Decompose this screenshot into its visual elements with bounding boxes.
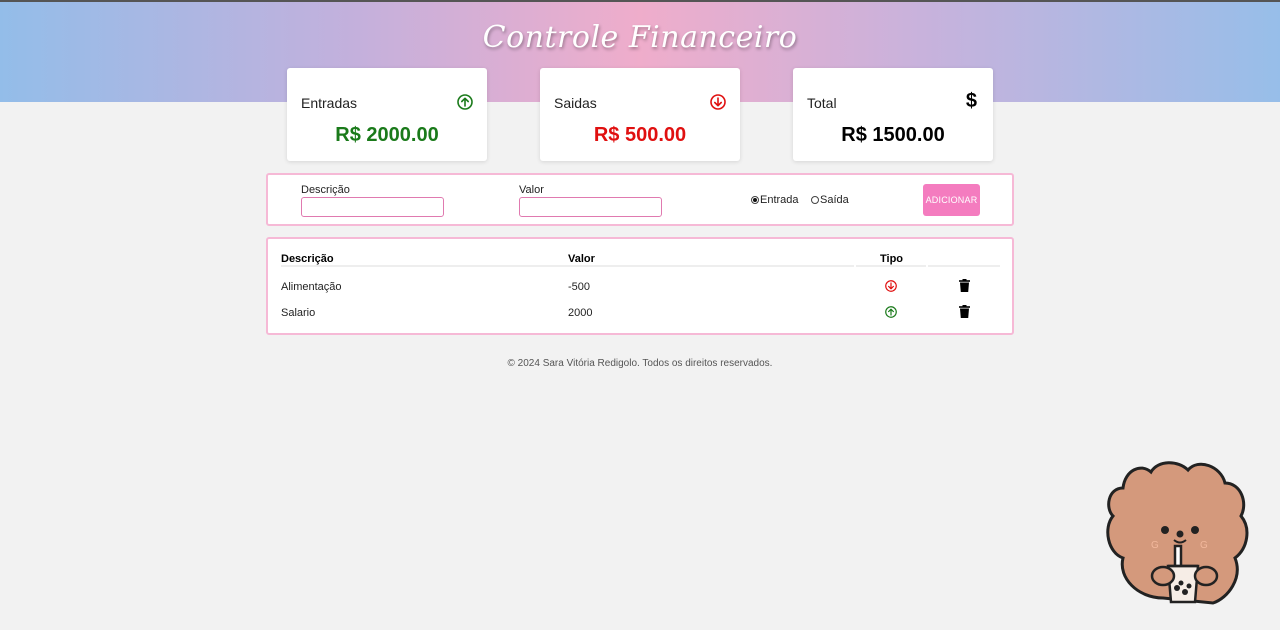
descricao-input[interactable]	[301, 197, 444, 217]
trash-icon[interactable]	[959, 279, 970, 292]
arrow-down-circle-icon	[710, 94, 726, 110]
valor-input[interactable]	[519, 197, 662, 217]
header-divider	[856, 265, 926, 267]
card-total-value: R$ 1500.00	[841, 124, 945, 146]
card-total-label: Total	[807, 95, 837, 111]
descricao-label: Descrição	[301, 184, 350, 196]
card-total: Total $ R$ 1500.00	[793, 68, 993, 161]
card-entradas-label: Entradas	[301, 95, 358, 111]
arrow-up-circle-icon	[885, 306, 897, 318]
card-entradas: Entradas R$ 2000.00	[287, 68, 487, 161]
arrow-up-circle-icon	[457, 94, 473, 110]
row-2-descricao: Salario	[281, 307, 316, 319]
header-tipo: Tipo	[880, 253, 904, 265]
valor-label: Valor	[519, 184, 544, 196]
svg-text:G: G	[1151, 540, 1159, 551]
dollar-sign-icon: $	[965, 90, 977, 112]
bear-mascot-image: G G	[1106, 461, 1249, 605]
transaction-form: Descrição Valor Entrada Saída ADICIONAR	[266, 173, 1014, 226]
header-divider	[281, 265, 854, 267]
transactions-table: Descrição Valor Tipo Alimentação -500 Sa…	[266, 237, 1014, 335]
page-title: Controle Financeiro	[482, 20, 798, 55]
radio-entrada-button[interactable]	[751, 196, 759, 204]
arrow-down-circle-icon	[885, 280, 897, 292]
header-divider	[928, 265, 1000, 267]
card-saidas-label: Saidas	[554, 95, 597, 111]
card-entradas-value: R$ 2000.00	[335, 124, 439, 146]
trash-icon[interactable]	[959, 305, 970, 318]
header-descricao: Descrição	[281, 253, 334, 265]
row-2-valor: 2000	[568, 307, 593, 319]
radio-entrada[interactable]: Entrada	[751, 194, 799, 206]
adicionar-button[interactable]: ADICIONAR	[923, 184, 980, 216]
radio-saida-button[interactable]	[811, 196, 819, 204]
footer-copyright: © 2024 Sara Vitória Redigolo. Todos os d…	[507, 358, 773, 369]
header-valor: Valor	[568, 253, 595, 265]
card-saidas: Saidas R$ 500.00	[540, 68, 740, 161]
radio-saida-label: Saída	[820, 194, 849, 206]
row-1-descricao: Alimentação	[281, 281, 342, 293]
card-saidas-value: R$ 500.00	[593, 124, 687, 146]
radio-saida[interactable]: Saída	[811, 194, 849, 206]
radio-entrada-label: Entrada	[760, 194, 799, 206]
row-1-valor: -500	[568, 281, 591, 293]
svg-text:G: G	[1200, 540, 1208, 551]
